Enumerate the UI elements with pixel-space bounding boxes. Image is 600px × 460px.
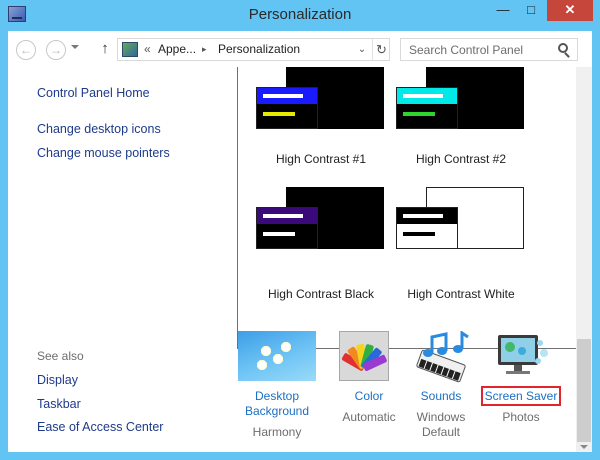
- color-thumbnail: [339, 331, 389, 381]
- breadcrumb-appearance[interactable]: Appe...: [158, 39, 196, 60]
- theme-preview-title-line: [403, 214, 443, 218]
- theme-preview-title-bar: [257, 208, 317, 224]
- screen-saver-value: Photos: [502, 410, 540, 424]
- recent-locations-chevron-icon[interactable]: [71, 45, 79, 49]
- theme-label: High Contrast Black: [267, 287, 375, 301]
- address-dropdown-icon[interactable]: ⌄: [353, 41, 371, 59]
- theme-preview-window: [256, 87, 318, 129]
- sounds-value-line2: Default: [421, 425, 461, 439]
- flower-icon: [260, 345, 272, 357]
- theme-preview: [396, 67, 524, 129]
- theme-preview-title-bar: [397, 208, 457, 224]
- theme-preview: [256, 187, 384, 249]
- theme-preview-window: [396, 207, 458, 249]
- theme-high-contrast-black[interactable]: High Contrast Black: [246, 187, 396, 302]
- theme-high-contrast-2[interactable]: High Contrast #2: [386, 67, 536, 182]
- personalization-window: Personalization — □ ✕ ← → ↑ « Appe... ▸ …: [0, 0, 600, 460]
- window-client-area: ← → ↑ « Appe... ▸ Personalization ⌄ ↻ Co…: [8, 31, 592, 452]
- flower-icon: [280, 341, 292, 353]
- theme-preview-text-line: [263, 232, 295, 236]
- scrollbar-thumb[interactable]: [577, 339, 591, 442]
- title-bar: Personalization — □ ✕: [0, 0, 600, 30]
- flower-icon: [256, 359, 268, 371]
- theme-preview-text-line: [263, 112, 295, 116]
- theme-preview: [256, 67, 384, 129]
- theme-preview-text-line: [403, 112, 435, 116]
- theme-label: High Contrast White: [407, 287, 515, 301]
- theme-high-contrast-white[interactable]: High Contrast White: [386, 187, 536, 302]
- maximize-button[interactable]: □: [518, 0, 544, 21]
- desktop-background-thumbnail: [238, 331, 316, 381]
- forward-button[interactable]: →: [46, 40, 66, 60]
- theme-label: High Contrast #1: [275, 152, 367, 166]
- back-button[interactable]: ←: [16, 40, 36, 60]
- breadcrumb-separator-icon[interactable]: ▸: [202, 39, 207, 60]
- sounds-value-line1: Windows: [416, 410, 466, 424]
- screen-saver-thumbnail: [476, 331, 566, 387]
- address-bar[interactable]: « Appe... ▸ Personalization ⌄ ↻: [117, 38, 390, 61]
- sounds-thumbnail: [396, 330, 486, 387]
- screen-saver-highlight-box: [481, 386, 561, 406]
- control-panel-icon: [122, 42, 138, 57]
- theme-preview-title-bar: [257, 88, 317, 104]
- theme-preview-title-bar: [397, 88, 457, 104]
- refresh-button[interactable]: ↻: [372, 39, 390, 60]
- vertical-scrollbar[interactable]: [576, 67, 592, 452]
- search-box[interactable]: [400, 38, 578, 61]
- scroll-down-arrow-icon[interactable]: [580, 445, 588, 449]
- theme-preview-text-line: [403, 232, 435, 236]
- sidebar: Control Panel Home Change desktop icons …: [8, 67, 228, 452]
- close-button[interactable]: ✕: [547, 0, 593, 21]
- monitor-icon: [498, 335, 548, 374]
- desktop-background-value: Harmony: [252, 425, 302, 439]
- sidebar-link-change-desktop-icons[interactable]: Change desktop icons: [37, 122, 161, 136]
- theme-preview-window: [396, 87, 458, 129]
- navigation-bar: ← → ↑ « Appe... ▸ Personalization ⌄ ↻: [8, 31, 592, 67]
- sounds-label[interactable]: Sounds: [396, 389, 486, 404]
- theme-preview-title-line: [403, 94, 443, 98]
- desktop-background-label-line1[interactable]: Desktop: [232, 389, 322, 404]
- search-icon[interactable]: [558, 43, 568, 53]
- desktop-background-label-line2[interactable]: Background: [232, 404, 322, 419]
- see-also-heading: See also: [37, 349, 84, 363]
- theme-preview-title-line: [263, 94, 303, 98]
- theme-preview-title-line: [263, 214, 303, 218]
- theme-label: High Contrast #2: [415, 152, 507, 166]
- see-also-link-ease-of-access-center[interactable]: Ease of Access Center: [37, 420, 163, 434]
- up-button[interactable]: ↑: [98, 40, 112, 60]
- music-notes-icon: [416, 330, 469, 383]
- theme-high-contrast-1[interactable]: High Contrast #1: [246, 67, 396, 182]
- theme-preview: [396, 187, 524, 249]
- see-also-link-taskbar[interactable]: Taskbar: [37, 397, 81, 411]
- minimize-button[interactable]: —: [490, 0, 516, 21]
- theme-preview-window: [256, 207, 318, 249]
- search-input[interactable]: [401, 39, 556, 60]
- flower-icon: [272, 353, 284, 365]
- breadcrumb-personalization[interactable]: Personalization: [218, 39, 300, 60]
- sidebar-link-change-mouse-pointers[interactable]: Change mouse pointers: [37, 146, 170, 160]
- see-also-link-display[interactable]: Display: [37, 373, 78, 387]
- breadcrumb-overflow[interactable]: «: [144, 39, 151, 60]
- theme-list: High Contrast #1 High Contrast #2 High C…: [237, 67, 588, 349]
- sidebar-link-control-panel-home[interactable]: Control Panel Home: [37, 86, 150, 100]
